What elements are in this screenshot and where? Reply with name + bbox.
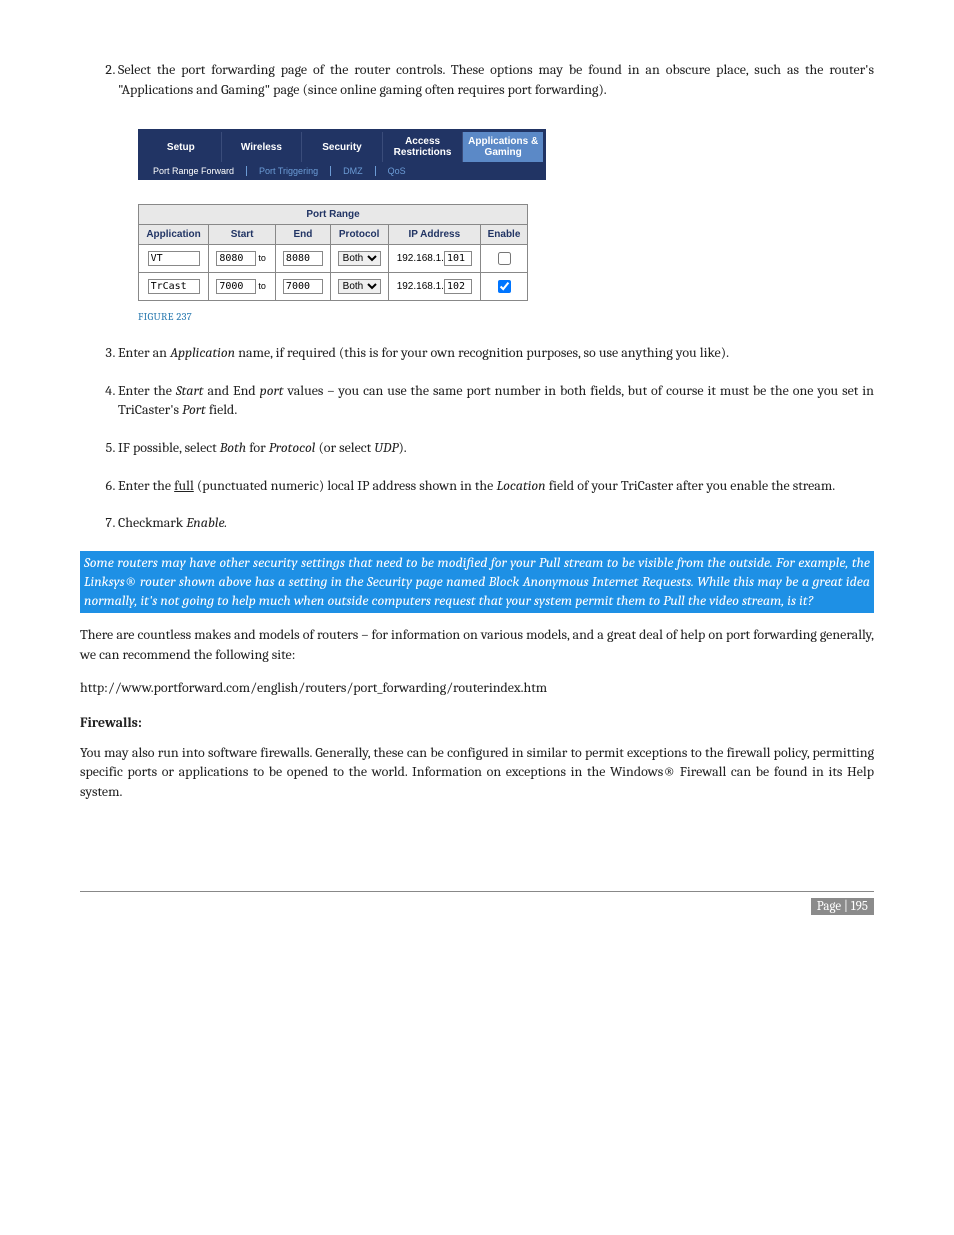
tab-setup[interactable]: Setup (141, 132, 222, 162)
col-enable: Enable (481, 225, 528, 245)
col-start: Start (209, 225, 276, 245)
firewalls-paragraph: You may also run into software firewalls… (80, 743, 874, 802)
col-application: Application (139, 225, 209, 245)
enable-checkbox[interactable] (498, 280, 511, 293)
col-protocol: Protocol (330, 225, 388, 245)
port-range-table-wrapper: Port Range Application Start End Protoco… (138, 204, 874, 301)
subtab-qos[interactable]: QoS (376, 166, 418, 176)
protocol-select[interactable]: Both (338, 251, 381, 266)
page-number-badge: Page | 195 (811, 898, 874, 915)
step-2: Select the port forwarding page of the r… (118, 60, 874, 99)
application-input[interactable] (148, 279, 200, 294)
security-note-callout: Some routers may have other security set… (80, 551, 874, 614)
port-range-table: Port Range Application Start End Protoco… (138, 204, 528, 301)
application-input[interactable] (148, 251, 200, 266)
page-footer: Page | 195 (80, 891, 874, 915)
numbered-steps: Select the port forwarding page of the r… (80, 60, 874, 99)
end-port-input[interactable] (283, 279, 323, 294)
tab-wireless[interactable]: Wireless (222, 132, 303, 162)
subtab-dmz[interactable]: DMZ (331, 166, 376, 176)
protocol-select[interactable]: Both (338, 279, 381, 294)
step-3: Enter an Application name, if required (… (118, 343, 874, 363)
figure-caption: FIGURE 237 (138, 311, 874, 323)
routers-info-paragraph: There are countless makes and models of … (80, 625, 874, 664)
router-sub-tabs: Port Range Forward Port Triggering DMZ Q… (141, 162, 543, 180)
tab-security[interactable]: Security (302, 132, 383, 162)
ip-prefix: 192.168.1. (397, 253, 444, 264)
ip-last-octet-input[interactable] (444, 251, 472, 266)
to-label: to (258, 281, 266, 291)
router-main-tabs: Setup Wireless Security Access Restricti… (141, 132, 543, 162)
portforward-url: http://www.portforward.com/english/route… (80, 679, 874, 696)
firewalls-heading: Firewalls: (80, 714, 874, 731)
end-port-input[interactable] (283, 251, 323, 266)
ip-last-octet-input[interactable] (444, 279, 472, 294)
start-port-input[interactable] (216, 279, 256, 294)
tab-access-restrictions[interactable]: Access Restrictions (383, 132, 464, 162)
ip-prefix: 192.168.1. (397, 281, 444, 292)
step-6: Enter the full (punctuated numeric) loca… (118, 476, 874, 496)
subtab-port-triggering[interactable]: Port Triggering (247, 166, 331, 176)
col-end: End (276, 225, 331, 245)
step-7: Checkmark Enable. (118, 513, 874, 533)
step-4: Enter the Start and End port values – yo… (118, 381, 874, 420)
router-screenshot: Setup Wireless Security Access Restricti… (138, 129, 874, 180)
col-ip-address: IP Address (388, 225, 480, 245)
step-5: IF possible, select Both for Protocol (o… (118, 438, 874, 458)
subtab-port-range-forward[interactable]: Port Range Forward (141, 166, 247, 176)
start-port-input[interactable] (216, 251, 256, 266)
enable-checkbox[interactable] (498, 252, 511, 265)
table-row: to Both 192.168.1. (139, 245, 528, 273)
numbered-steps-continued: Enter an Application name, if required (… (80, 343, 874, 533)
tab-applications-gaming[interactable]: Applications & Gaming (463, 132, 543, 162)
table-row: to Both 192.168.1. (139, 273, 528, 301)
table-title: Port Range (139, 205, 528, 225)
to-label: to (258, 253, 266, 263)
router-ui-panel: Setup Wireless Security Access Restricti… (138, 129, 546, 180)
